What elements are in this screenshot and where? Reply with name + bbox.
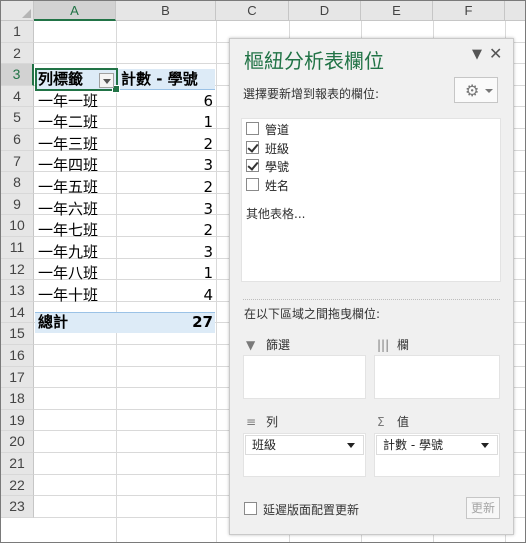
row-header-1[interactable]: 1 [1, 21, 34, 43]
gear-icon: ⚙ [465, 81, 480, 100]
column-header-b[interactable]: B [116, 1, 216, 21]
row-header-11[interactable]: 11 [1, 237, 34, 259]
pivot-total-label[interactable]: 總計 [38, 312, 116, 333]
row-header-22[interactable]: 22 [1, 474, 34, 497]
columns-icon: ||| [377, 338, 390, 352]
pivot-row-label[interactable]: 一年一班 [38, 91, 116, 112]
pivot-row-value[interactable]: 4 [119, 285, 213, 306]
column-header-f[interactable]: F [433, 1, 505, 21]
update-button[interactable]: 更新 [466, 497, 500, 519]
rows-icon: ≡ [246, 415, 257, 429]
chevron-down-icon [485, 89, 493, 93]
pivot-row-label[interactable]: 一年九班 [38, 242, 116, 263]
defer-update-label: 延遲版面配置更新 [263, 503, 360, 517]
pane-subtitle: 選擇要新增到報表的欄位: [243, 87, 380, 101]
close-icon[interactable]: ✕ [489, 44, 502, 63]
grid-line [216, 21, 217, 542]
row-header-9[interactable]: 9 [1, 193, 34, 216]
filters-area-label: ▼ 篩選 [246, 338, 291, 352]
row-header-5[interactable]: 5 [1, 107, 34, 129]
row-header-16[interactable]: 16 [1, 345, 34, 367]
pivot-row-label[interactable]: 一年六班 [38, 199, 116, 220]
pivot-row-value[interactable]: 1 [119, 263, 213, 284]
column-header-c[interactable]: C [216, 1, 289, 21]
row-header-17[interactable]: 17 [1, 366, 34, 389]
defer-update-checkbox[interactable] [244, 502, 257, 515]
values-area-label: Σ值 [377, 415, 410, 429]
pivot-row-value[interactable]: 1 [119, 112, 213, 133]
pivot-fields-pane: 樞紐分析表欄位 ▼ ✕ 選擇要新增到報表的欄位: ⚙ 管道 班級 學號 姓名 其… [229, 38, 514, 535]
chevron-down-icon[interactable] [347, 443, 355, 448]
select-all-corner[interactable] [1, 1, 34, 21]
pivot-row-label[interactable]: 一年八班 [38, 263, 116, 284]
more-tables-link[interactable]: 其他表格... [246, 205, 305, 222]
row-header-8[interactable]: 8 [1, 172, 34, 194]
columns-area-label: ||| 欄 [377, 338, 410, 352]
row-header-23[interactable]: 23 [1, 496, 34, 518]
column-header-d[interactable]: D [289, 1, 361, 21]
field-label: 管道 [265, 123, 290, 137]
values-drop-area[interactable]: 計數 - 學號 [374, 433, 500, 477]
pane-divider [243, 299, 500, 300]
rows-drop-area[interactable]: 班級 [243, 433, 366, 477]
drag-hint: 在以下區域之間拖曳欄位: [244, 307, 381, 321]
pivot-row-value[interactable]: 2 [119, 220, 213, 241]
values-field-chip[interactable]: 計數 - 學號 [376, 435, 498, 455]
row-header-19[interactable]: 19 [1, 409, 34, 432]
pane-title: 樞紐分析表欄位 [244, 49, 384, 73]
field-label: 班級 [265, 142, 290, 156]
field-checkbox[interactable] [246, 141, 259, 154]
row-label-filter-button[interactable] [99, 73, 114, 88]
rows-area-label: ≡ 列 [246, 415, 279, 429]
pivot-row-value[interactable]: 3 [119, 199, 213, 220]
grid-line [116, 21, 117, 542]
filter-icon: ▼ [246, 338, 256, 352]
field-label: 姓名 [265, 179, 290, 193]
field-checkbox[interactable] [246, 122, 259, 135]
pivot-row-label[interactable]: 一年四班 [38, 155, 116, 176]
pane-options-icon[interactable]: ▼ [472, 47, 482, 62]
pivot-row-value[interactable]: 3 [119, 155, 213, 176]
pivot-row-value[interactable]: 6 [119, 91, 213, 112]
row-header-20[interactable]: 20 [1, 431, 34, 453]
column-header-a[interactable]: A [34, 1, 116, 21]
row-header-6[interactable]: 6 [1, 129, 34, 151]
row-header-3[interactable]: 3 [1, 64, 34, 86]
rows-field-chip[interactable]: 班級 [245, 435, 364, 455]
row-header-15[interactable]: 15 [1, 323, 34, 345]
pivot-value-header[interactable]: 計數 - 學號 [121, 69, 215, 90]
field-list[interactable]: 管道 班級 學號 姓名 其他表格... [241, 118, 501, 282]
column-header-e[interactable]: E [361, 1, 433, 21]
column-header-g[interactable] [505, 1, 525, 21]
sigma-icon: Σ [377, 415, 385, 429]
pivot-row-value[interactable]: 2 [119, 134, 213, 155]
row-header-2[interactable]: 2 [1, 42, 34, 65]
pivot-row-label[interactable]: 一年五班 [38, 177, 116, 198]
tools-button[interactable]: ⚙ [454, 77, 498, 103]
field-checkbox[interactable] [246, 159, 259, 172]
row-header-4[interactable]: 4 [1, 85, 34, 108]
row-header-21[interactable]: 21 [1, 453, 34, 475]
pivot-row-label[interactable]: 一年二班 [38, 112, 116, 133]
row-header-13[interactable]: 13 [1, 280, 34, 302]
row-header-14[interactable]: 14 [1, 301, 34, 324]
row-header-12[interactable]: 12 [1, 258, 34, 281]
row-header-7[interactable]: 7 [1, 150, 34, 173]
chevron-down-icon[interactable] [481, 443, 489, 448]
pivot-row-label[interactable]: 一年七班 [38, 220, 116, 241]
pivot-total-value[interactable]: 27 [119, 312, 213, 333]
pivot-row-value[interactable]: 3 [119, 242, 213, 263]
field-checkbox[interactable] [246, 178, 259, 191]
pivot-row-value[interactable]: 2 [119, 177, 213, 198]
row-header-18[interactable]: 18 [1, 388, 34, 410]
columns-drop-area[interactable] [374, 355, 500, 399]
pivot-row-label[interactable]: 一年十班 [38, 285, 116, 306]
field-label: 學號 [265, 160, 290, 174]
row-header-10[interactable]: 10 [1, 215, 34, 237]
pivot-row-label[interactable]: 一年三班 [38, 134, 116, 155]
filters-drop-area[interactable] [243, 355, 366, 399]
